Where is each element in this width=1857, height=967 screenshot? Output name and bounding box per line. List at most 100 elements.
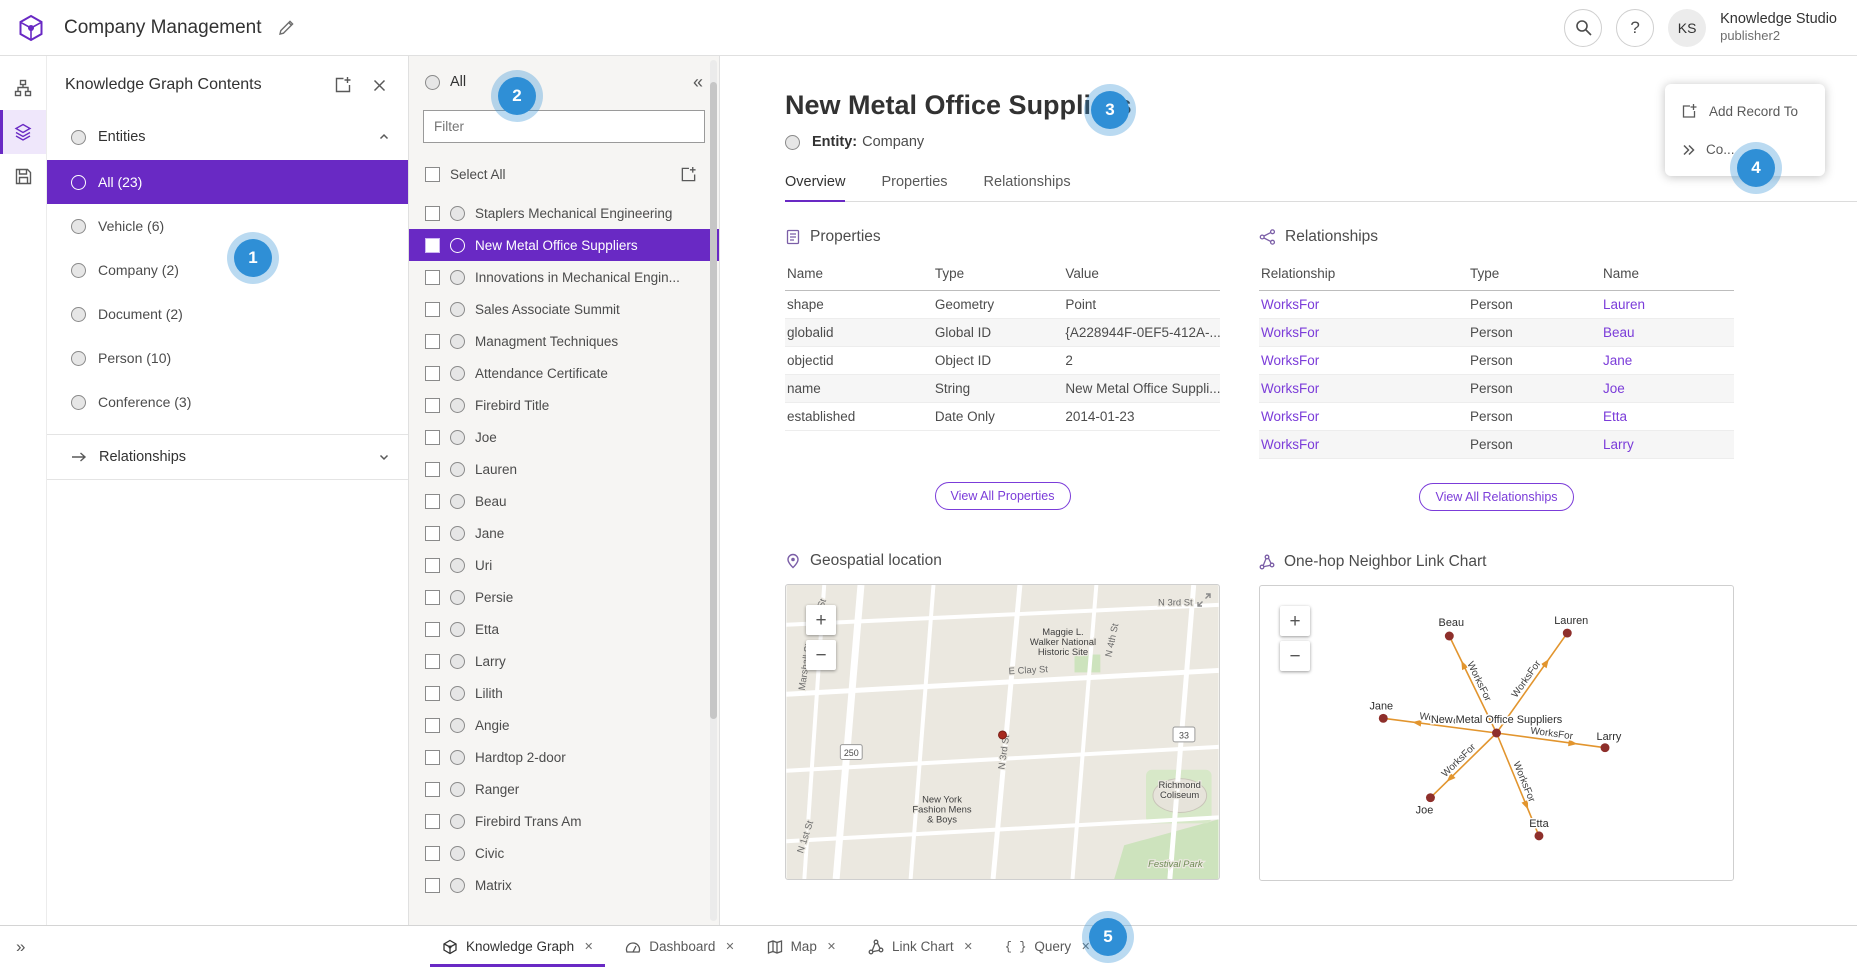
link-chart[interactable]: WorksForWorksForWorksForWorksForWorksFor… xyxy=(1259,585,1734,881)
item-checkbox[interactable] xyxy=(425,750,440,765)
close-tab-icon[interactable]: ✕ xyxy=(964,940,973,953)
graph-node-beau[interactable] xyxy=(1445,632,1454,641)
view-all-properties-button[interactable]: View All Properties xyxy=(935,482,1071,510)
list-item-angie[interactable]: Angie xyxy=(409,709,719,741)
expand-rail-button[interactable]: » xyxy=(16,937,25,957)
list-item-managment-techniques[interactable]: Managment Techniques xyxy=(409,325,719,357)
record-link[interactable]: WorksFor xyxy=(1259,347,1468,375)
record-link[interactable]: Lauren xyxy=(1601,291,1734,319)
help-button[interactable]: ? xyxy=(1616,9,1654,47)
rail-save-button[interactable] xyxy=(0,154,46,198)
item-checkbox[interactable] xyxy=(425,206,440,221)
new-layer-button[interactable] xyxy=(328,70,358,100)
edit-title-button[interactable] xyxy=(278,19,295,36)
graph-node-lauren[interactable] xyxy=(1563,629,1572,638)
record-link[interactable]: Etta xyxy=(1601,403,1734,431)
menu-item-add-record-to[interactable]: Add Record To xyxy=(1665,92,1825,131)
item-checkbox[interactable] xyxy=(425,782,440,797)
graph-node-joe[interactable] xyxy=(1426,793,1435,802)
tab-relationships[interactable]: Relationships xyxy=(984,174,1071,201)
bottom-tab-dashboard[interactable]: Dashboard✕ xyxy=(609,926,750,967)
close-tab-icon[interactable]: ✕ xyxy=(827,940,836,953)
zoom-in-button[interactable]: + xyxy=(1280,606,1310,636)
list-item-firebird-title[interactable]: Firebird Title xyxy=(409,389,719,421)
record-link[interactable]: WorksFor xyxy=(1259,403,1468,431)
entity-filter-vehicle-6[interactable]: Vehicle (6) xyxy=(47,204,408,248)
item-checkbox[interactable] xyxy=(425,238,440,253)
list-item-staplers-mechanical-engineering[interactable]: Staplers Mechanical Engineering xyxy=(409,197,719,229)
item-checkbox[interactable] xyxy=(425,366,440,381)
avatar[interactable]: KS xyxy=(1668,9,1706,47)
entity-filter-person-10[interactable]: Person (10) xyxy=(47,336,408,380)
item-checkbox[interactable] xyxy=(425,398,440,413)
list-item-sales-associate-summit[interactable]: Sales Associate Summit xyxy=(409,293,719,325)
graph-node-larry[interactable] xyxy=(1601,743,1610,752)
item-checkbox[interactable] xyxy=(425,494,440,509)
bottom-tab-map[interactable]: Map✕ xyxy=(751,926,852,967)
map[interactable]: Clay StN 3rd StN 4th StMaggie L.Walker N… xyxy=(785,584,1220,880)
record-link[interactable]: WorksFor xyxy=(1259,291,1468,319)
item-checkbox[interactable] xyxy=(425,430,440,445)
select-all-checkbox[interactable] xyxy=(425,167,440,182)
rail-layers-button[interactable] xyxy=(0,110,46,154)
bottom-tab-link-chart[interactable]: Link Chart✕ xyxy=(852,926,989,967)
expand-map-icon[interactable] xyxy=(1197,593,1211,607)
zoom-in-button[interactable]: + xyxy=(806,605,836,635)
list-item-uri[interactable]: Uri xyxy=(409,549,719,581)
item-checkbox[interactable] xyxy=(425,462,440,477)
list-item-attendance-certificate[interactable]: Attendance Certificate xyxy=(409,357,719,389)
list-item-lauren[interactable]: Lauren xyxy=(409,453,719,485)
item-checkbox[interactable] xyxy=(425,718,440,733)
tab-overview[interactable]: Overview xyxy=(785,174,845,201)
list-item-etta[interactable]: Etta xyxy=(409,613,719,645)
map-marker[interactable] xyxy=(999,731,1007,739)
record-link[interactable]: Beau xyxy=(1601,319,1734,347)
zoom-out-button[interactable]: − xyxy=(806,640,836,670)
tab-properties[interactable]: Properties xyxy=(881,174,947,201)
item-checkbox[interactable] xyxy=(425,622,440,637)
item-checkbox[interactable] xyxy=(425,526,440,541)
item-checkbox[interactable] xyxy=(425,270,440,285)
entity-filter-company-2[interactable]: Company (2) xyxy=(47,248,408,292)
add-selected-button[interactable] xyxy=(673,159,703,189)
search-button[interactable] xyxy=(1564,9,1602,47)
relationships-section-header[interactable]: Relationships xyxy=(47,434,408,480)
item-checkbox[interactable] xyxy=(425,334,440,349)
item-checkbox[interactable] xyxy=(425,558,440,573)
item-checkbox[interactable] xyxy=(425,654,440,669)
rail-hierarchy-button[interactable] xyxy=(0,66,46,110)
close-panel-button[interactable] xyxy=(364,70,394,100)
filter-input[interactable] xyxy=(434,119,694,134)
item-checkbox[interactable] xyxy=(425,302,440,317)
list-item-lilith[interactable]: Lilith xyxy=(409,677,719,709)
list-item-ranger[interactable]: Ranger xyxy=(409,773,719,805)
scrollbar[interactable] xyxy=(710,60,717,921)
list-item-civic[interactable]: Civic xyxy=(409,837,719,869)
graph-node-jane[interactable] xyxy=(1379,714,1388,723)
close-tab-icon[interactable]: ✕ xyxy=(725,940,734,953)
record-link[interactable]: WorksFor xyxy=(1259,375,1468,403)
record-link[interactable]: Larry xyxy=(1601,431,1734,459)
record-link[interactable]: Jane xyxy=(1601,347,1734,375)
item-checkbox[interactable] xyxy=(425,590,440,605)
list-item-innovations-in-mechanical-engin[interactable]: Innovations in Mechanical Engin... xyxy=(409,261,719,293)
list-item-persie[interactable]: Persie xyxy=(409,581,719,613)
bottom-tab-knowledge-graph[interactable]: Knowledge Graph✕ xyxy=(426,926,609,967)
entity-filter-conference-3[interactable]: Conference (3) xyxy=(47,380,408,424)
list-item-new-metal-office-suppliers[interactable]: New Metal Office Suppliers xyxy=(409,229,719,261)
entity-filter-document-2[interactable]: Document (2) xyxy=(47,292,408,336)
item-checkbox[interactable] xyxy=(425,846,440,861)
record-link[interactable]: WorksFor xyxy=(1259,319,1468,347)
close-tab-icon[interactable]: ✕ xyxy=(584,940,593,953)
item-checkbox[interactable] xyxy=(425,878,440,893)
list-item-matrix[interactable]: Matrix xyxy=(409,869,719,901)
list-item-jane[interactable]: Jane xyxy=(409,517,719,549)
entity-filter-all-23[interactable]: All (23) xyxy=(47,160,408,204)
list-item-joe[interactable]: Joe xyxy=(409,421,719,453)
scrollbar-thumb[interactable] xyxy=(710,82,717,719)
graph-node-etta[interactable] xyxy=(1534,831,1543,840)
list-item-larry[interactable]: Larry xyxy=(409,645,719,677)
item-checkbox[interactable] xyxy=(425,686,440,701)
view-all-relationships-button[interactable]: View All Relationships xyxy=(1419,483,1573,511)
list-item-beau[interactable]: Beau xyxy=(409,485,719,517)
